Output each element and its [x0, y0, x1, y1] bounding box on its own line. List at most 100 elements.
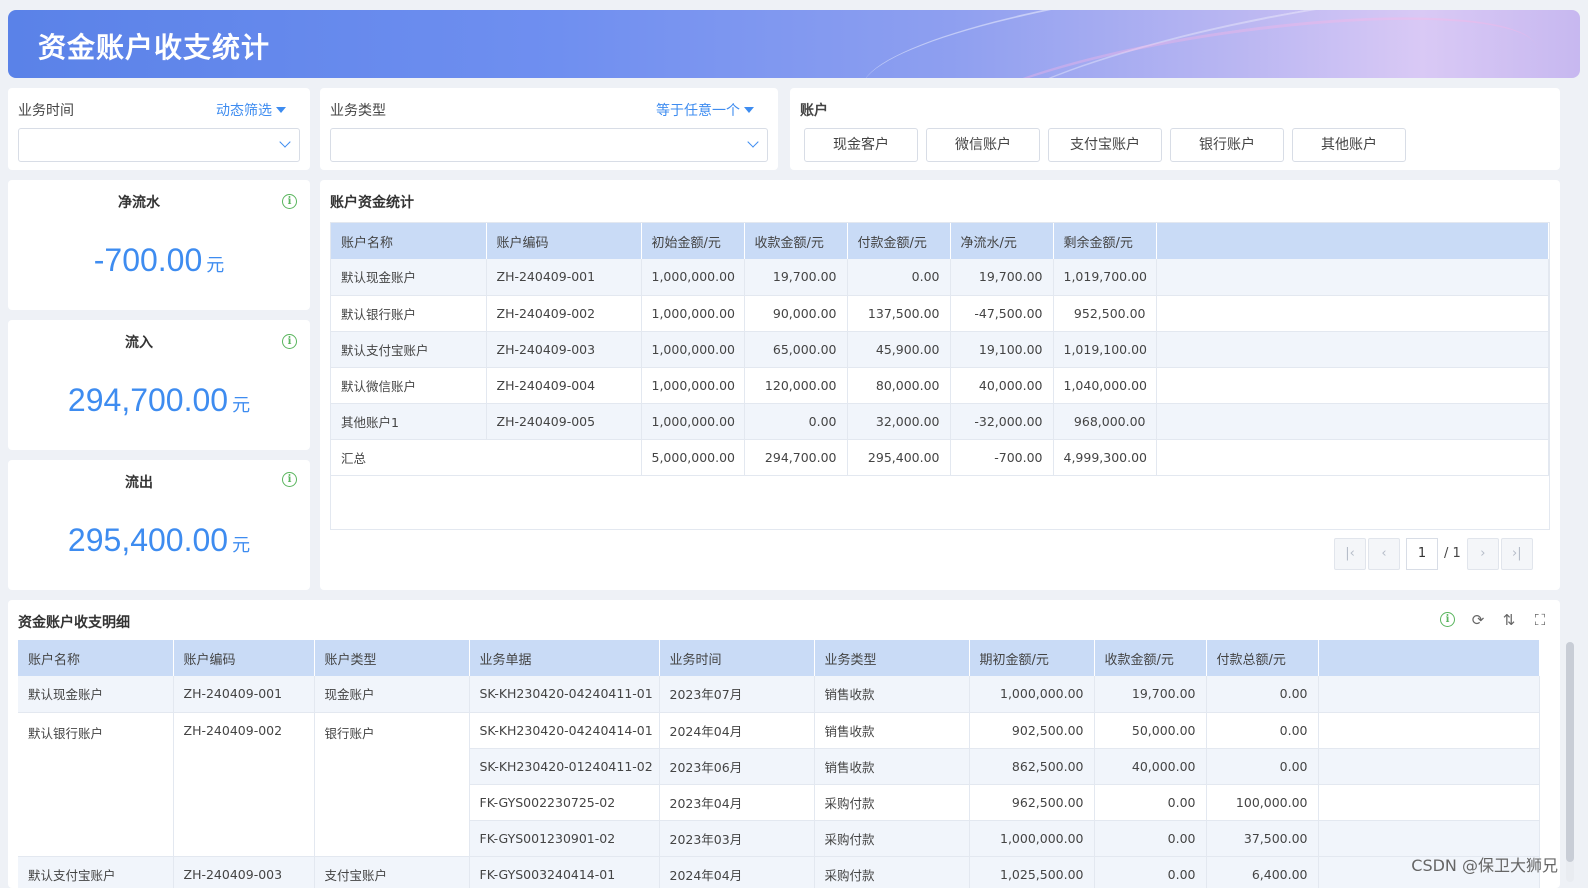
column-header[interactable]: 净流水/元 [950, 223, 1054, 259]
vertical-scrollbar[interactable] [1566, 642, 1574, 882]
table-cell: 银行账户 [314, 712, 470, 857]
filter-mode-dropdown[interactable]: 动态筛选 [216, 100, 286, 120]
table-cell: 65,000.00 [744, 331, 848, 368]
page-number-input[interactable]: 1 [1406, 538, 1438, 570]
table-cell: 6,400.00 [1206, 856, 1319, 888]
table-cell: 137,500.00 [847, 295, 951, 332]
table-cell: 40,000.00 [1094, 748, 1207, 785]
last-page-button[interactable]: ›| [1500, 538, 1533, 570]
filter-mode-dropdown[interactable]: 等于任意一个 [656, 100, 754, 120]
scrollbar-thumb[interactable] [1566, 642, 1574, 862]
account-button-cash[interactable]: 现金客户 [804, 128, 918, 162]
table-cell-spacer [1156, 259, 1549, 296]
sort-icon[interactable]: ⇅ [1501, 612, 1517, 628]
table-cell: 销售收款 [814, 748, 970, 785]
column-header[interactable]: 收款金额/元 [744, 223, 848, 259]
kpi-card-outflow: 流出 i 295,400.00 元 [8, 460, 310, 590]
account-button-bank[interactable]: 银行账户 [1170, 128, 1284, 162]
table-cell: SK-KH230420-01240411-02 [469, 748, 660, 785]
table-cell-spacer [1318, 820, 1540, 857]
summary-table-wrap: 账户名称 账户编码 初始金额/元 收款金额/元 付款金额/元 净流水/元 剩余金… [330, 222, 1550, 530]
refresh-icon[interactable]: ⟳ [1470, 612, 1486, 628]
watermark: CSDN @保卫大狮兄 [1411, 856, 1558, 875]
pagination: |‹ ‹ 1 / 1 › ›| [1334, 538, 1533, 570]
info-icon[interactable]: i [282, 334, 297, 349]
prev-page-button[interactable]: ‹ [1368, 538, 1400, 570]
table-cell: 0.00 [1094, 856, 1207, 888]
info-icon[interactable]: i [282, 472, 297, 487]
info-icon[interactable]: i [282, 194, 297, 209]
business-time-select[interactable] [18, 128, 300, 162]
table-cell: 862,500.00 [969, 748, 1095, 785]
column-header[interactable]: 账户编码 [173, 640, 315, 676]
column-header[interactable]: 账户名称 [18, 640, 174, 676]
account-button-other[interactable]: 其他账户 [1292, 128, 1406, 162]
table-cell: 0.00 [744, 403, 848, 440]
column-header[interactable]: 业务时间 [659, 640, 815, 676]
caret-down-icon [276, 107, 286, 113]
table-cell: 80,000.00 [847, 367, 951, 404]
table-row[interactable]: 默认银行账户 ZH-240409-002 1,000,000.00 90,000.00… [331, 295, 1549, 332]
table-cell: 现金账户 [314, 676, 470, 713]
table-cell: ZH-240409-002 [173, 712, 315, 857]
table-row[interactable]: 其他账户1 ZH-240409-005 1,000,000.00 0.00 32,000… [331, 403, 1549, 440]
account-detail-panel: 资金账户收支明细 i ⟳ ⇅ ⛶ 账户名称 账户编码 账户类型 业务单据 业务时… [8, 600, 1560, 888]
table-row[interactable]: 默认银行账户 ZH-240409-002 银行账户 SK-KH230420-04240… [18, 712, 1540, 857]
table-row[interactable]: 默认现金账户 ZH-240409-001 1,000,000.00 19,700.00… [331, 259, 1549, 296]
table-cell: 默认银行账户 [18, 712, 174, 857]
column-header[interactable]: 收款金额/元 [1094, 640, 1207, 676]
table-cell-spacer [1156, 367, 1549, 404]
detail-table-wrap: 账户名称 账户编码 账户类型 业务单据 业务时间 业务类型 期初金额/元 收款金… [18, 640, 1542, 888]
table-cell: 0.00 [1094, 784, 1207, 821]
column-header[interactable]: 账户编码 [486, 223, 642, 259]
info-icon[interactable]: i [1440, 612, 1455, 627]
column-header[interactable]: 账户类型 [314, 640, 470, 676]
table-cell: 2023年06月 [659, 748, 815, 785]
table-cell: -700.00 [950, 439, 1054, 476]
kpi-value: 294,700.00 元 [67, 382, 251, 418]
column-header[interactable]: 付款金额/元 [847, 223, 951, 259]
column-header[interactable]: 初始金额/元 [641, 223, 745, 259]
account-button-wechat[interactable]: 微信账户 [926, 128, 1040, 162]
table-cell: 1,019,100.00 [1053, 331, 1157, 368]
column-header[interactable]: 业务单据 [469, 640, 660, 676]
column-header[interactable]: 期初金额/元 [969, 640, 1095, 676]
table-cell: FK-GYS002230725-02 [469, 784, 660, 821]
table-row[interactable]: 默认支付宝账户 ZH-240409-003 支付宝账户 FK-GYS003240414… [18, 856, 1540, 888]
table-cell: 默认银行账户 [331, 295, 487, 332]
column-header[interactable]: 业务类型 [814, 640, 970, 676]
table-cell: 2023年07月 [659, 676, 815, 713]
table-cell-spacer [1156, 295, 1549, 332]
table-cell: FK-GYS003240414-01 [469, 856, 660, 888]
table-cell: 952,500.00 [1053, 295, 1157, 332]
table-cell: 19,700.00 [950, 259, 1054, 296]
summary-table: 账户名称 账户编码 初始金额/元 收款金额/元 付款金额/元 净流水/元 剩余金… [331, 223, 1549, 476]
header-banner: 资金账户收支统计 [8, 10, 1580, 78]
filter-label: 业务类型 [330, 103, 386, 119]
fullscreen-icon[interactable]: ⛶ [1532, 612, 1548, 628]
next-page-button[interactable]: › [1466, 538, 1499, 570]
table-cell: 默认现金账户 [331, 259, 487, 296]
table-cell: ZH-240409-001 [173, 676, 315, 713]
table-cell: ZH-240409-004 [486, 367, 642, 404]
column-header[interactable]: 付款总额/元 [1206, 640, 1319, 676]
chevron-down-icon [279, 136, 291, 148]
table-cell: 100,000.00 [1206, 784, 1319, 821]
table-row[interactable]: 默认微信账户 ZH-240409-004 1,000,000.00 120,000.0… [331, 367, 1549, 404]
table-row[interactable]: 默认现金账户 ZH-240409-001 现金账户 SK-KH230420-04240… [18, 676, 1540, 713]
column-header[interactable]: 账户名称 [331, 223, 487, 259]
first-page-button[interactable]: |‹ [1334, 538, 1366, 570]
page-title: 资金账户收支统计 [38, 31, 271, 64]
filter-account: 账户 现金客户 微信账户 支付宝账户 银行账户 其他账户 [790, 88, 1560, 170]
section-title: 资金账户收支明细 [18, 615, 130, 631]
table-cell: 902,500.00 [969, 712, 1095, 749]
table-cell: 支付宝账户 [314, 856, 470, 888]
account-button-alipay[interactable]: 支付宝账户 [1048, 128, 1162, 162]
table-row[interactable]: 默认支付宝账户 ZH-240409-003 1,000,000.00 65,000.0… [331, 331, 1549, 368]
kpi-title: 流出 [125, 475, 153, 491]
table-cell: 0.00 [1206, 676, 1319, 713]
table-cell: 5,000,000.00 [641, 439, 745, 476]
table-cell-spacer [1318, 712, 1540, 749]
column-header[interactable]: 剩余金额/元 [1053, 223, 1157, 259]
business-type-select[interactable] [330, 128, 768, 162]
